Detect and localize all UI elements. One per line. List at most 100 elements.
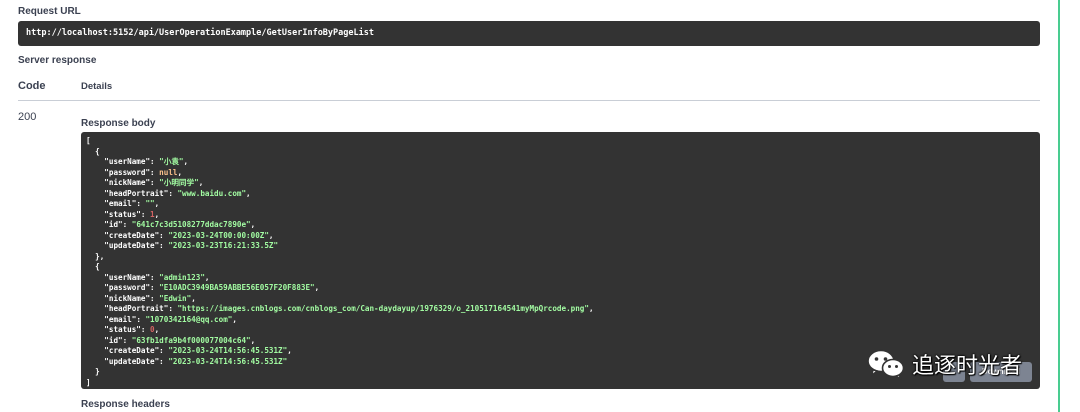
code-token: "2023-03-24T14:56:45.531Z": [168, 346, 288, 355]
code-token: "updateDate": [104, 356, 160, 366]
code-line: "status": 0,: [86, 325, 1035, 336]
code-token: ,: [250, 220, 256, 229]
code-token: "userName": [104, 157, 151, 166]
code-token: "id": [104, 335, 123, 345]
code-line: "password": null,: [86, 168, 1035, 179]
code-token: "2023-03-23T16:21:33.5Z": [168, 241, 279, 250]
code-token: "63fb1dfa9b4f000077004c64": [131, 335, 251, 345]
outer-background: [1060, 0, 1080, 412]
code-token: :: [122, 220, 132, 229]
code-line: {: [86, 147, 1035, 158]
code-token: ,: [154, 209, 160, 219]
code-token: :: [150, 283, 160, 292]
code-token: {: [86, 146, 100, 156]
request-url-value[interactable]: http://localhost:5152/api/UserOperationE…: [18, 21, 1040, 46]
code-token: "www.baidu.com": [177, 188, 247, 198]
code-token: ,: [198, 178, 204, 187]
code-line: "headPortrait": "www.baidu.com",: [86, 189, 1035, 200]
code-token: :: [150, 272, 160, 282]
code-token: [: [86, 136, 91, 145]
code-line: "nickName": "小明同学",: [86, 178, 1035, 189]
code-token: ,: [588, 304, 594, 313]
wechat-icon: [867, 349, 905, 380]
server-response-label: Server response: [18, 55, 97, 66]
code-line: "id": "641c7c3d5108277ddac7890e",: [86, 220, 1035, 231]
code-token: "nickName": [104, 293, 151, 303]
details-column-header: Details: [81, 81, 113, 92]
code-token: :: [159, 346, 169, 355]
code-token: "nickName": [104, 178, 151, 187]
code-token: :: [150, 293, 160, 303]
code-token: :: [159, 241, 169, 250]
code-line: "headPortrait": "https://images.cnblogs.…: [86, 304, 1035, 315]
code-line: "updateDate": "2023-03-23T16:21:33.5Z": [86, 241, 1035, 252]
code-token: },: [86, 251, 105, 261]
code-token: "2023-03-24T14:56:45.531Z": [168, 356, 288, 366]
code-token: :: [150, 167, 160, 177]
request-url-label: Request URL: [18, 6, 81, 17]
code-token: "641c7c3d5108277ddac7890e": [131, 220, 251, 229]
code-token: "1070342164@qq.com": [145, 314, 233, 324]
code-token: "https://images.cnblogs.com/cnblogs_com/…: [177, 304, 589, 313]
code-line: "status": 1,: [86, 210, 1035, 221]
response-status-code: 200: [18, 111, 37, 123]
table-header-divider: [18, 100, 1040, 101]
watermark-text: 追逐时光者: [912, 354, 1023, 379]
code-token: "E10ADC3949BA59ABBE56E057F20F883E": [159, 283, 315, 292]
code-token: :: [159, 230, 169, 240]
code-token: null: [159, 167, 178, 177]
code-line: "email": "",: [86, 199, 1035, 210]
code-token: ,: [154, 199, 160, 208]
code-token: {: [86, 262, 100, 271]
code-token: ,: [154, 325, 160, 334]
code-token: ,: [250, 335, 256, 345]
code-line: "id": "63fb1dfa9b4f000077004c64",: [86, 336, 1035, 347]
code-token: "2023-03-24T00:00:00Z": [168, 230, 269, 240]
code-token: "小袁": [159, 157, 184, 166]
code-line: "password": "E10ADC3949BA59ABBE56E057F20…: [86, 283, 1035, 294]
code-token: ,: [177, 167, 183, 177]
code-token: "小明同学": [159, 178, 199, 187]
code-token: "status": [104, 325, 141, 334]
code-column-header: Code: [18, 80, 46, 92]
response-headers-label: Response headers: [81, 399, 170, 410]
code-line: {: [86, 262, 1035, 273]
code-token: ,: [287, 346, 292, 355]
code-token: ,: [268, 230, 274, 240]
code-token: "Edwin": [159, 293, 192, 303]
code-line: },: [86, 252, 1035, 263]
code-token: "userName": [104, 272, 151, 282]
code-line: [: [86, 136, 1035, 147]
code-token: "email": [104, 314, 137, 324]
code-token: "createDate": [104, 346, 160, 355]
code-token: "id": [104, 220, 123, 229]
code-line: "email": "1070342164@qq.com",: [86, 315, 1035, 326]
code-line: "createDate": "2023-03-24T00:00:00Z",: [86, 231, 1035, 242]
code-token: "email": [104, 199, 137, 208]
code-token: "status": [104, 209, 141, 219]
code-token: "createDate": [104, 230, 160, 240]
code-token: ,: [204, 272, 210, 282]
code-token: "": [145, 199, 155, 208]
code-token: ,: [246, 188, 251, 198]
code-token: ,: [191, 293, 196, 303]
code-token: :: [140, 209, 151, 219]
code-token: }: [86, 367, 100, 376]
code-token: :: [150, 157, 160, 166]
response-body-label: Response body: [81, 118, 156, 129]
code-token: "password": [104, 283, 151, 292]
